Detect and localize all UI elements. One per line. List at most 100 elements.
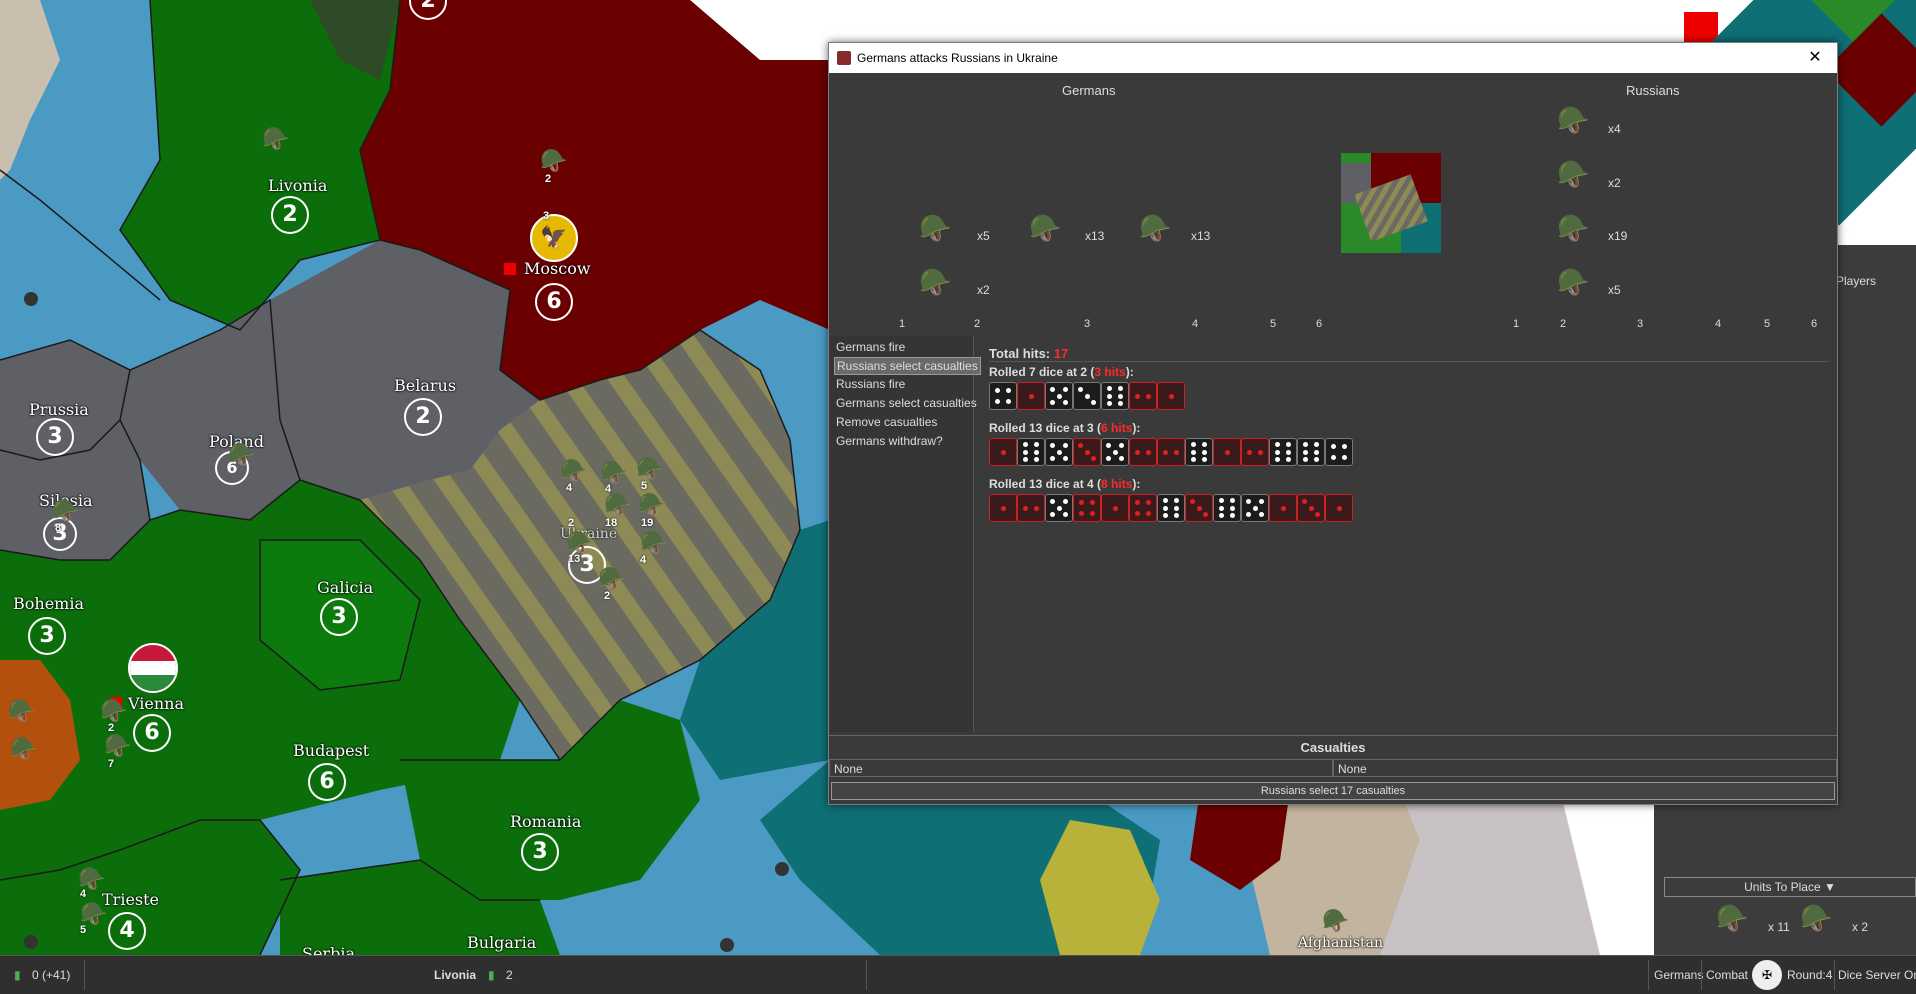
total-hits: Total hits: 17 <box>989 346 1068 361</box>
infantry-unit-icon[interactable]: 🪖 <box>636 458 663 480</box>
roll-header: Rolled 7 dice at 2 (3 hits): <box>989 365 1134 379</box>
units-to-place-count: x 11 <box>1768 920 1790 934</box>
die-pip <box>1112 449 1118 455</box>
die-pip <box>1342 443 1348 449</box>
die-pip <box>1224 449 1230 455</box>
unit-count: x2 <box>1608 176 1621 190</box>
die-pip <box>1119 456 1124 461</box>
artillery-unit-icon[interactable]: 🪖 <box>566 532 593 554</box>
roll-header: Rolled 13 dice at 4 (8 hits): <box>989 477 1141 491</box>
attacker-scale-3: 3 <box>1084 318 1091 330</box>
die-miss <box>1241 494 1269 522</box>
die-hit <box>1269 494 1297 522</box>
infantry-unit-icon[interactable]: 🪖 <box>540 150 567 172</box>
die-pip <box>1246 499 1251 504</box>
die-miss <box>1325 438 1353 466</box>
infantry-unit-icon[interactable]: 🪖 <box>640 532 667 554</box>
select-casualties-button[interactable]: Russians select 17 casualties <box>831 782 1835 800</box>
die-hit <box>1297 494 1325 522</box>
die-miss <box>1045 382 1073 410</box>
die-pip <box>1034 456 1040 462</box>
die-hit <box>1241 438 1269 466</box>
artillery-icon: 🪖 <box>1557 159 1590 189</box>
die-pip <box>1336 505 1342 511</box>
infantry-unit-icon[interactable]: 🪖 <box>52 500 79 522</box>
tank-unit-icon[interactable]: 🪖 <box>8 700 35 722</box>
tank-unit-icon[interactable]: 🪖 <box>100 700 127 722</box>
units-to-place-button[interactable]: Units To Place ▼ <box>1664 877 1916 897</box>
current-phase: Combat <box>1706 968 1749 982</box>
casualties-title: Casualties <box>1300 740 1366 755</box>
die-miss <box>1185 438 1213 466</box>
attacker-scale-5: 5 <box>1270 318 1277 330</box>
infantry-unit-icon[interactable]: 🪖 <box>560 460 587 482</box>
dialog-titlebar[interactable]: Germans attacks Russians in Ukraine ✕ <box>829 43 1837 73</box>
unit-count: 5 <box>80 924 87 936</box>
die-hit <box>1073 438 1101 466</box>
die-pip <box>1006 399 1012 405</box>
battleship-icon[interactable] <box>775 862 789 876</box>
die-pip <box>1106 393 1112 399</box>
infantry-unit-icon[interactable]: 🪖 <box>10 738 37 760</box>
die-pip <box>1163 449 1169 455</box>
artillery-unit-icon[interactable]: 🪖 <box>604 494 631 516</box>
tank-unit-icon[interactable]: 🪖 <box>78 868 105 890</box>
step-item[interactable]: Remove casualties <box>834 414 939 430</box>
infantry-unit-icon[interactable]: 🪖 <box>104 735 131 757</box>
die-pip <box>1274 449 1280 455</box>
players-label[interactable]: Players <box>1836 274 1876 288</box>
territory-label-bohemia: Bohemia <box>13 594 84 613</box>
dialog-title: Germans attacks Russians in Ukraine <box>857 51 1058 65</box>
infantry-unit-icon[interactable]: 🪖 <box>1322 910 1349 932</box>
infantry-unit-icon[interactable]: 🪖 <box>228 444 255 466</box>
battleship-icon[interactable] <box>24 292 38 306</box>
die-hit <box>1017 494 1045 522</box>
artillery-unit-icon[interactable]: 🪖 <box>598 568 625 590</box>
die-hit <box>1213 438 1241 466</box>
die-pip <box>1174 505 1180 511</box>
total-hits-value: 17 <box>1053 346 1069 361</box>
tank-icon: 🪖 <box>919 267 952 297</box>
defender-scale-2: 2 <box>1560 318 1567 330</box>
die-hit <box>1157 438 1185 466</box>
battle-steps-list[interactable]: Germans fire Russians select casualties … <box>830 336 981 732</box>
unit-count: x13 <box>1085 229 1105 243</box>
die-pip <box>1259 512 1264 517</box>
die-hit <box>989 438 1017 466</box>
die-pip <box>1063 512 1068 517</box>
die-hit <box>1185 494 1213 522</box>
tank-unit-icon[interactable]: 🪖 <box>600 462 627 484</box>
unit-count: 7 <box>108 758 115 770</box>
die-miss <box>1157 494 1185 522</box>
step-item[interactable]: Germans select casualties <box>834 395 979 411</box>
die-miss <box>1213 494 1241 522</box>
die-pip <box>1050 400 1055 405</box>
die-pip <box>1247 449 1253 455</box>
step-item[interactable]: Russians fire <box>834 376 907 392</box>
territory-label-afghanistan: Afghanistan <box>1298 935 1384 951</box>
artillery-icon: 🪖 <box>1557 213 1590 243</box>
unit-count: 5 <box>641 480 648 492</box>
die-pip <box>1050 456 1055 461</box>
die-pip <box>1286 449 1292 455</box>
attacker-name: Germans <box>1062 83 1116 98</box>
die-hit <box>1073 494 1101 522</box>
territory-thumbnail <box>1341 153 1441 253</box>
artillery-unit-icon[interactable]: 🪖 <box>638 494 665 516</box>
battleship-icon[interactable] <box>720 938 734 952</box>
pus-value: 0 (+41) <box>32 968 71 982</box>
defender-scale-1: 1 <box>1513 318 1520 330</box>
step-item[interactable]: Germans withdraw? <box>834 433 945 449</box>
die-pip <box>1330 443 1336 449</box>
close-icon[interactable]: ✕ <box>1793 43 1837 73</box>
die-miss <box>1045 438 1073 466</box>
infantry-icon: 🪖 <box>1557 267 1590 297</box>
infantry-unit-icon[interactable]: 🪖 <box>80 903 107 925</box>
infantry-unit-icon[interactable]: 🪖 <box>262 128 289 150</box>
die-pip <box>1342 455 1348 461</box>
step-item-selected[interactable]: Russians select casualties <box>834 357 981 375</box>
battleship-icon[interactable] <box>24 935 38 949</box>
unit-count: 19 <box>641 517 654 529</box>
unit-count: x2 <box>977 283 990 297</box>
step-item[interactable]: Germans fire <box>834 339 907 355</box>
